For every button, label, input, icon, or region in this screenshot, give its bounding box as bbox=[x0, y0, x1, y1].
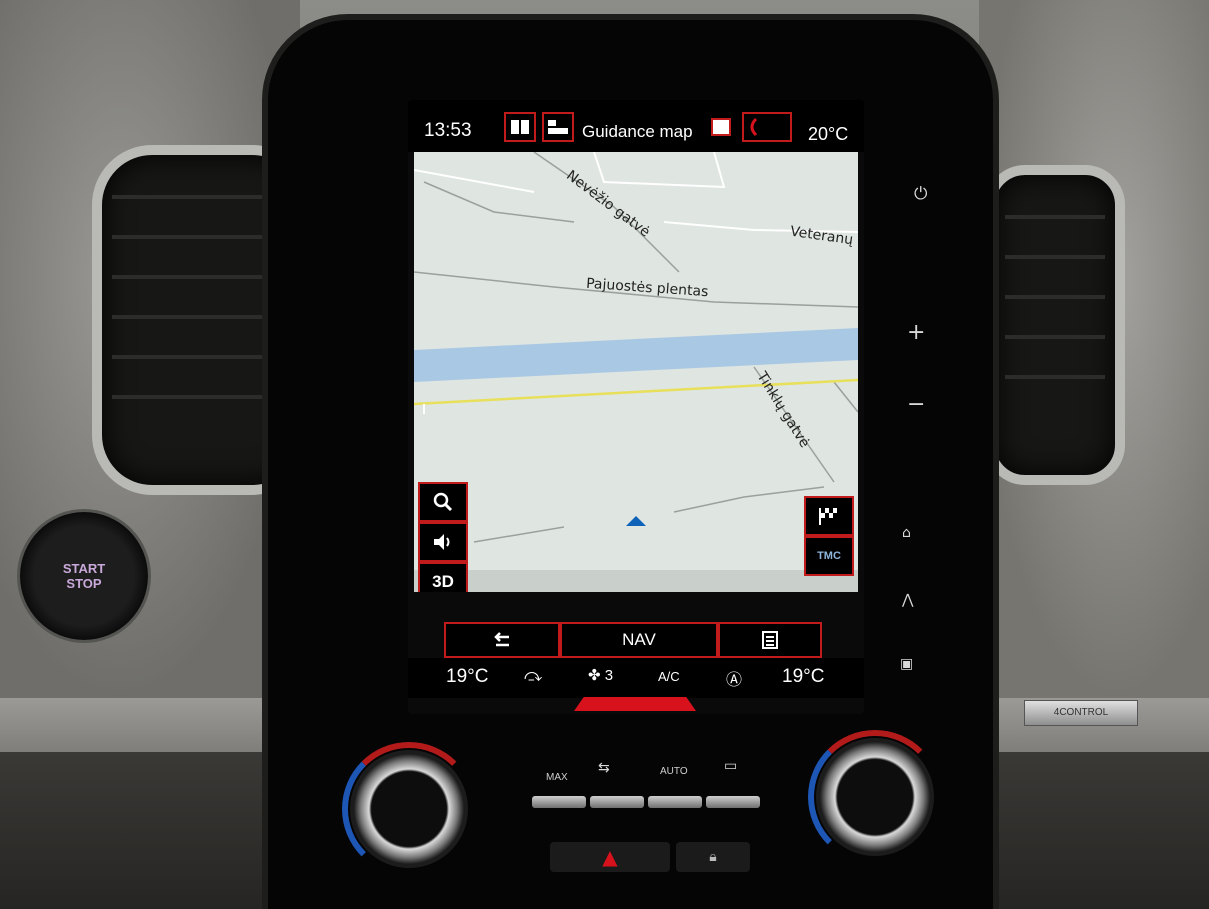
nav-button[interactable]: NAV bbox=[560, 622, 718, 658]
traffic-label: TMC bbox=[817, 550, 841, 562]
road-icon[interactable]: ⋀ bbox=[902, 592, 913, 608]
menu-button[interactable] bbox=[718, 622, 822, 658]
status-bar: 13:53 Guidance map 20°C bbox=[408, 100, 864, 152]
menu-list-icon bbox=[762, 631, 778, 649]
recirculation-icon: ⇆ bbox=[598, 760, 610, 776]
volume-down-icon[interactable]: − bbox=[907, 392, 925, 417]
volume-up-icon[interactable]: + bbox=[907, 320, 925, 345]
auto-climate-icon[interactable]: Ⓐ bbox=[726, 666, 742, 690]
map-book-button[interactable] bbox=[504, 112, 536, 142]
home-icon[interactable]: ⌂ bbox=[902, 525, 911, 541]
outside-temperature: 20°C bbox=[808, 124, 849, 144]
volume-icon bbox=[434, 534, 450, 550]
screen-title: Guidance map bbox=[582, 122, 693, 141]
power-icon[interactable]: ⏻ bbox=[914, 184, 927, 204]
left-zone-temperature[interactable]: 19°C bbox=[446, 666, 488, 688]
right-knob-ring bbox=[808, 730, 942, 864]
recirculation-button[interactable] bbox=[590, 796, 644, 808]
map-book-icon bbox=[511, 120, 529, 134]
left-knob-ring bbox=[342, 742, 476, 876]
car-dashboard: START STOP 4CONTROL ⏻ + − ⌂ ⋀ ▣ MAX AUTO… bbox=[0, 0, 1209, 909]
view-mode-label: 3D bbox=[432, 572, 454, 591]
right-zone-temperature[interactable]: 19°C bbox=[782, 666, 824, 688]
map-layers-button[interactable] bbox=[542, 112, 574, 142]
phone-button[interactable] bbox=[742, 112, 792, 142]
bottom-nav-bar: NAV bbox=[444, 622, 822, 658]
map-layers-icon bbox=[548, 120, 568, 134]
start-stop-button[interactable]: START STOP bbox=[20, 512, 148, 640]
back-arrow-icon bbox=[494, 632, 509, 647]
door-lock-button[interactable]: 🔒︎ bbox=[676, 842, 750, 872]
hazard-icon: ▲ bbox=[602, 845, 618, 869]
airflow-icon[interactable]: ⤼ bbox=[524, 666, 542, 686]
guidance-volume-button[interactable] bbox=[418, 522, 468, 562]
auto-label: AUTO bbox=[660, 766, 688, 777]
hazard-button[interactable]: ▲ bbox=[550, 842, 670, 872]
max-defrost-button[interactable] bbox=[532, 796, 586, 808]
view-mode-button[interactable]: 3D bbox=[418, 562, 468, 592]
climate-pull-tab[interactable] bbox=[574, 697, 696, 711]
rear-defrost-icon: ▭ bbox=[724, 758, 738, 774]
lock-icon: 🔒︎ bbox=[709, 849, 717, 865]
traffic-button[interactable]: TMC bbox=[804, 536, 854, 576]
climate-strip: 19°C ⤼ ✤ 3 A/C Ⓐ 19°C bbox=[408, 658, 864, 698]
4control-badge: 4CONTROL bbox=[1024, 700, 1138, 726]
fan-speed[interactable]: ✤ 3 bbox=[588, 666, 613, 684]
destination-button[interactable] bbox=[804, 496, 854, 536]
screen-off-icon[interactable]: ▣ bbox=[900, 656, 913, 672]
fan-level: 3 bbox=[604, 667, 614, 684]
map-search-button[interactable] bbox=[418, 482, 468, 522]
nav-label: NAV bbox=[622, 630, 656, 649]
clock: 13:53 bbox=[424, 120, 472, 141]
stop-label: STOP bbox=[66, 576, 102, 591]
search-icon bbox=[433, 492, 453, 512]
phone-icon bbox=[750, 117, 758, 137]
infotainment-screen: 13:53 Guidance map 20°C Nevėžio gatvė Ve… bbox=[408, 100, 864, 714]
auto-button[interactable] bbox=[648, 796, 702, 808]
start-label: START bbox=[62, 561, 106, 576]
max-defrost-label: MAX bbox=[546, 772, 568, 783]
rear-defrost-button[interactable] bbox=[706, 796, 760, 808]
back-button[interactable] bbox=[444, 622, 560, 658]
info-card-icon bbox=[711, 118, 731, 136]
checkered-flag-icon bbox=[819, 508, 837, 525]
info-card-button[interactable] bbox=[708, 112, 740, 142]
navigation-map[interactable]: Nevėžio gatvė Veteranų Pajuostės plentas… bbox=[414, 152, 858, 592]
right-air-vent bbox=[985, 165, 1125, 485]
ac-toggle[interactable]: A/C bbox=[658, 669, 680, 684]
fan-icon: ✤ bbox=[588, 667, 605, 684]
